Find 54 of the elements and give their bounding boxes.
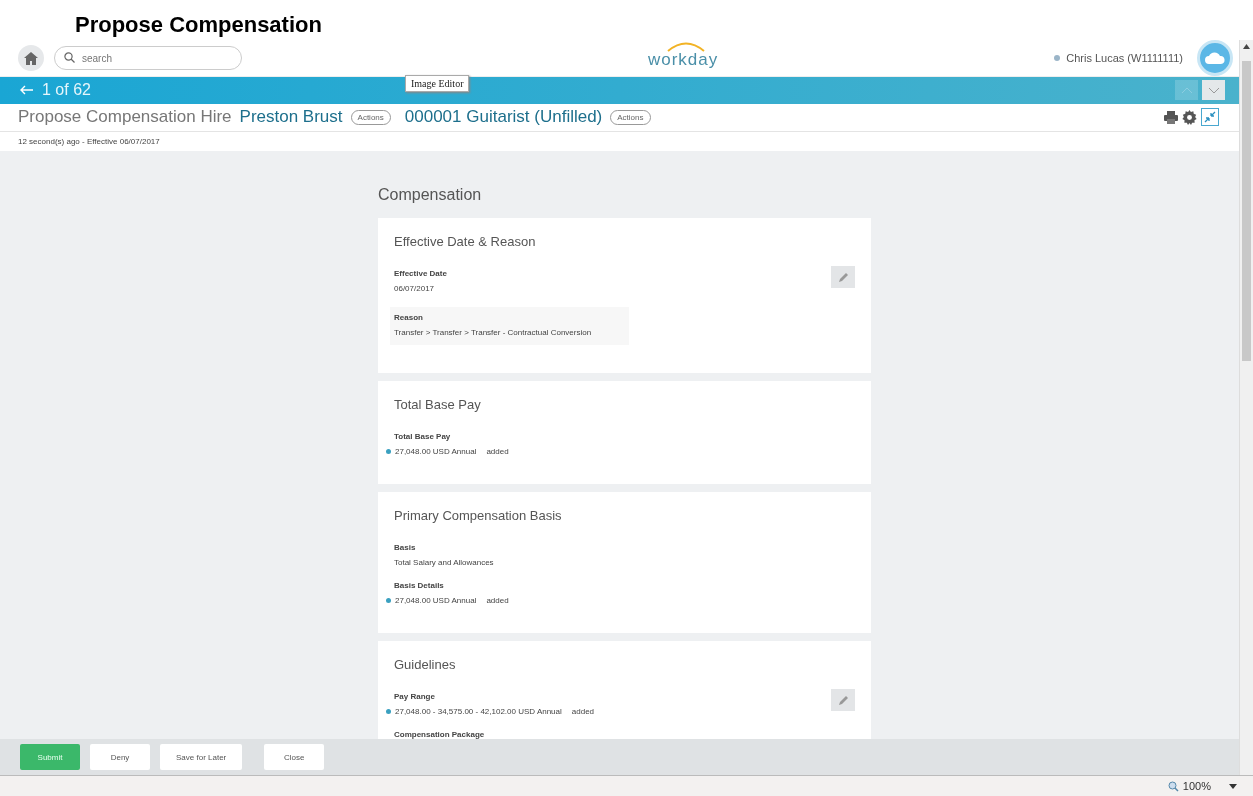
user-name[interactable]: Chris Lucas (W1111111) [1066,52,1183,64]
field-value: 27,048.00 - 34,575.00 - 42,102.00 USD Annual [395,707,562,716]
settings-icon[interactable] [1182,109,1197,125]
field-label: Effective Date [394,269,447,278]
page-heading: Propose Compensation [74,11,323,39]
field-label: Basis Details [394,581,445,590]
actions-button[interactable]: Actions [610,109,651,125]
field-value: 27,048.00 USD Annual [395,596,477,605]
search-field[interactable]: search [54,46,242,70]
field-value: Total Salary and Allowances [394,558,494,567]
collapse-icon[interactable] [1201,108,1219,127]
zoom-icon [1167,780,1179,792]
print-icon[interactable] [1164,110,1178,124]
home-button[interactable] [18,45,44,71]
action-button[interactable]: Close [264,744,325,770]
worker-link[interactable]: Preston Brust [239,107,343,128]
field-label: Reason [394,313,424,322]
section-title: Compensation [378,186,482,204]
field-value: 06/07/2017 [394,284,435,293]
card-title: Effective Date & Reason [394,234,537,249]
field-label: Compensation Package [394,730,485,739]
chevron-up-icon [1180,86,1193,94]
timestamp: 12 second(s) ago - Effective 06/07/2017 [17,135,161,148]
edit-button[interactable] [831,266,855,288]
action-button[interactable]: Deny [90,744,150,770]
next-button[interactable] [1202,80,1225,101]
change-status: added [486,596,509,605]
card-title: Total Base Pay [394,397,482,412]
zoom-level[interactable]: 100% [1182,780,1211,792]
field-value: Transfer > Transfer > Transfer - Contractual Conversion [394,328,592,337]
house-icon [24,51,38,65]
change-status: added [486,447,509,456]
edit-button[interactable] [831,689,855,711]
record-counter: 1 of 62 [42,81,91,100]
card-title: Primary Compensation Basis [394,508,563,523]
action-button[interactable]: Save for Later [160,744,243,770]
tooltip: Image Editor [405,75,470,92]
cloud-avatar-icon[interactable] [1197,40,1233,76]
field-label: Basis [394,543,417,552]
card-title: Guidelines [394,657,457,672]
back-arrow-icon[interactable] [20,85,34,96]
pencil-icon [837,694,849,706]
field-value: 27,048.00 USD Annual [395,447,477,456]
field-label: Pay Range [394,692,436,701]
actions-button[interactable]: Actions [350,109,391,125]
scroll-up-arrow-icon[interactable] [1243,44,1250,49]
change-status: added [571,707,595,716]
pencil-icon [837,271,849,283]
chevron-down-icon [1207,86,1220,94]
dropdown-caret-icon[interactable] [1229,783,1237,789]
page-title: Propose Compensation Hire [18,107,232,128]
scrollbar-thumb[interactable] [1242,61,1251,361]
position-link[interactable]: 000001 Guitarist (Unfilled) [404,107,603,128]
field-label: Total Base Pay [394,432,452,441]
